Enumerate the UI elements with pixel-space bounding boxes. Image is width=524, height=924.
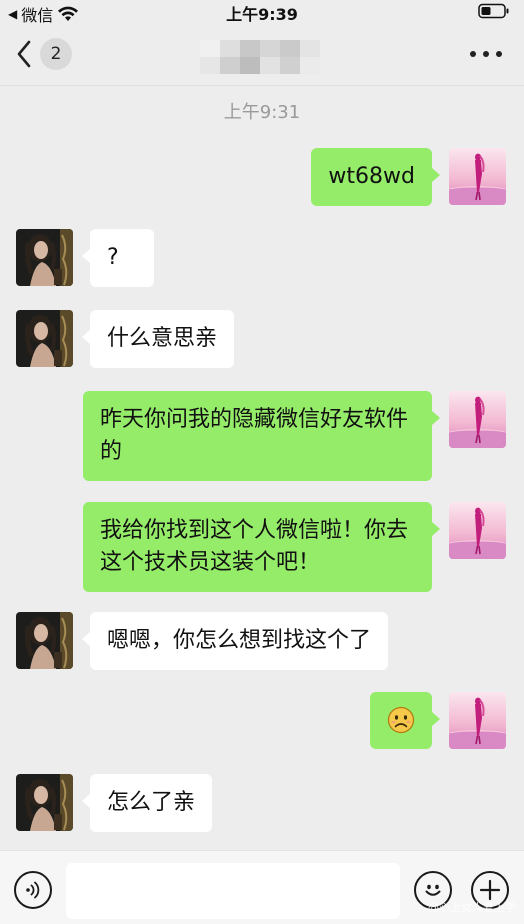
chevron-left-icon: [17, 40, 31, 68]
back-button[interactable]: 2: [16, 38, 72, 70]
pink-silhouette-avatar-image: [449, 391, 506, 448]
pink-silhouette-avatar-image: [449, 502, 506, 559]
voice-wave-icon: [26, 881, 40, 899]
message-timestamp: 上午9:31: [223, 102, 301, 123]
contact-avatar[interactable]: [16, 310, 73, 367]
dot-icon: [483, 51, 489, 57]
incoming-message[interactable]: 嗯嗯，你怎么想到找这个了: [81, 612, 389, 670]
pink-silhouette-avatar-image: [449, 148, 506, 205]
woman-portrait-avatar-image: [16, 612, 73, 669]
outgoing-message[interactable]: wt68wd: [311, 148, 440, 206]
watermark-text: @心上女人爱上学: [428, 901, 516, 914]
unread-count-badge: 2: [40, 38, 72, 70]
outgoing-message[interactable]: 昨天你问我的隐藏微信好友软件的: [83, 391, 440, 481]
frown-emoji-icon: [387, 706, 415, 734]
incoming-message[interactable]: ?: [82, 229, 154, 287]
incoming-message[interactable]: 怎么了亲: [81, 774, 213, 832]
my-avatar[interactable]: [449, 148, 506, 205]
woman-portrait-avatar-image: [16, 229, 73, 286]
status-bar: ◀ 微信 上午9:39: [0, 0, 524, 25]
chat-screen: ◀ 微信 上午9:39 2 上午9:31 wt68wd ? 什么意思亲 昨天你问…: [0, 0, 524, 924]
woman-portrait-avatar-image: [16, 774, 73, 831]
voice-input-button[interactable]: [14, 871, 52, 909]
plus-icon: [479, 879, 501, 901]
message-input-bar: @心上女人爱上学: [0, 850, 524, 924]
more-options-button[interactable]: [470, 44, 502, 64]
pink-silhouette-avatar-image: [449, 692, 506, 749]
incoming-message[interactable]: 什么意思亲: [81, 310, 235, 368]
contact-avatar[interactable]: [16, 774, 73, 831]
chat-header: 2: [0, 24, 524, 86]
my-avatar[interactable]: [449, 391, 506, 448]
dot-icon: [470, 51, 476, 57]
status-time: 上午9:39: [226, 5, 298, 24]
outgoing-emoji-message[interactable]: [370, 692, 440, 749]
dot-icon: [496, 51, 502, 57]
woman-portrait-avatar-image: [16, 310, 73, 367]
contact-name-blurred: [200, 40, 320, 74]
my-avatar[interactable]: [449, 692, 506, 749]
message-text-input[interactable]: [66, 863, 400, 919]
battery-icon: [478, 3, 509, 19]
my-avatar[interactable]: [449, 502, 506, 559]
contact-avatar[interactable]: [16, 229, 73, 286]
contact-avatar[interactable]: [16, 612, 73, 669]
outgoing-message[interactable]: 我给你找到这个人微信啦！你去这个技术员这装个吧！: [83, 502, 440, 592]
